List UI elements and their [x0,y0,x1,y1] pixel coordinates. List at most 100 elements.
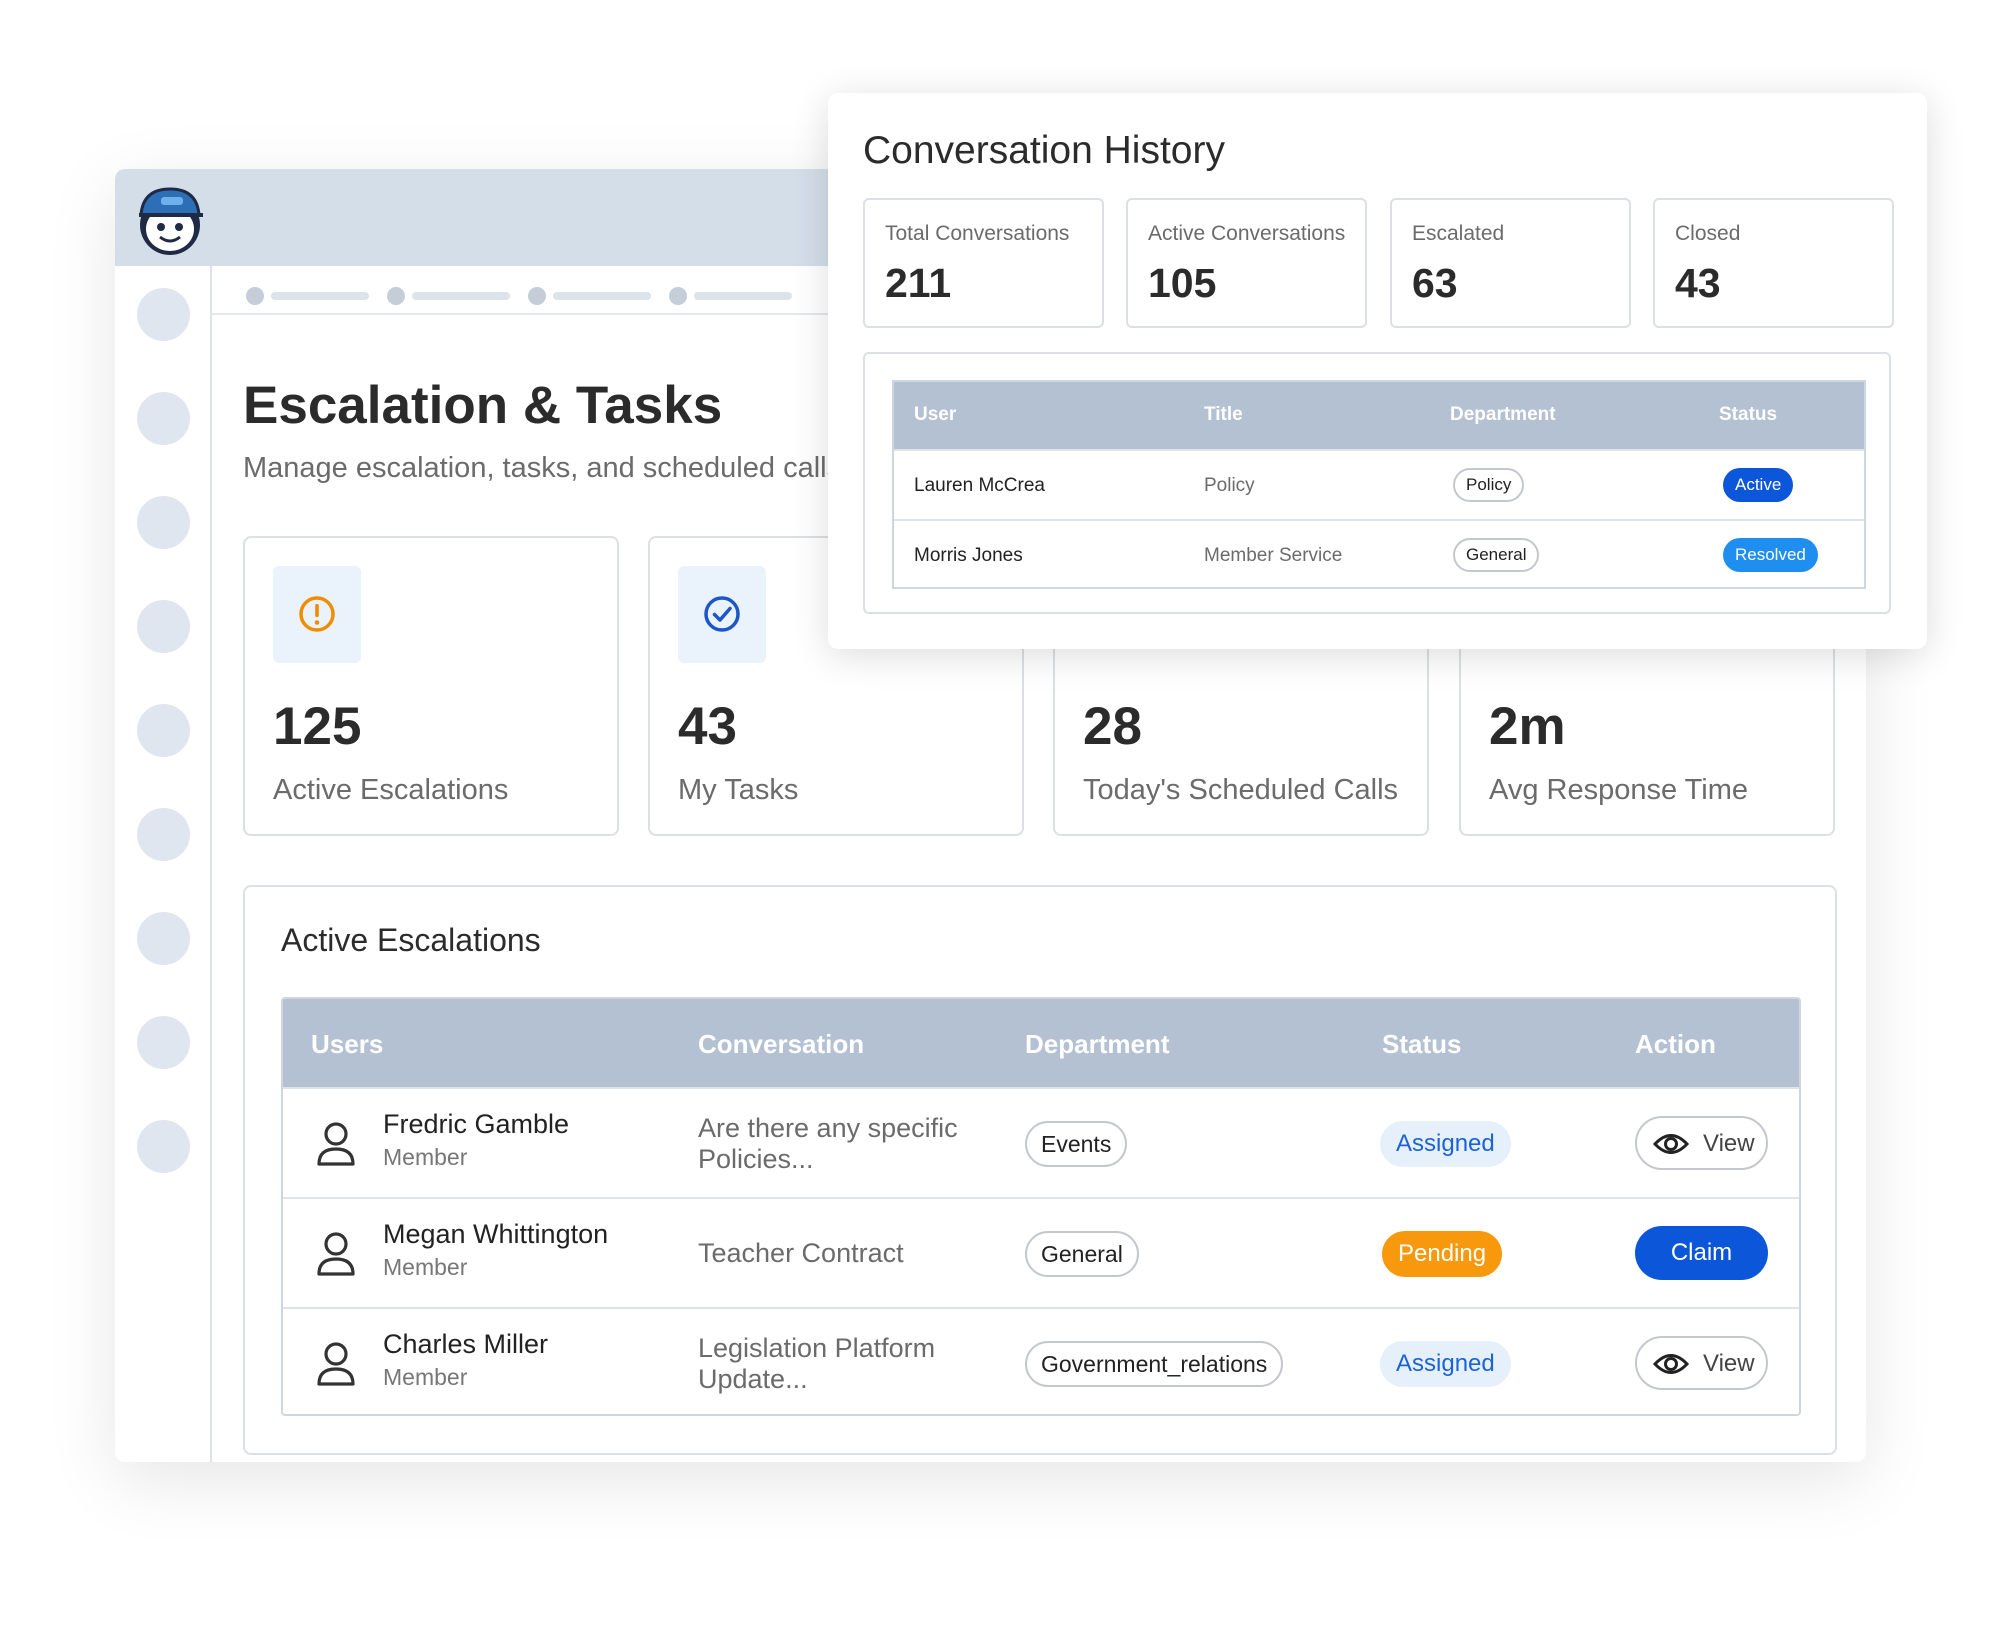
user-role: Member [383,1254,468,1280]
department-tag: General [1025,1231,1139,1277]
user-role: Member [383,1364,468,1390]
column-header-status[interactable]: Status [1719,404,1777,426]
mascot-logo-icon[interactable] [131,181,209,259]
sidebar-item[interactable] [137,288,190,341]
column-header-action[interactable]: Action [1635,1029,1716,1060]
sidebar-item[interactable] [137,496,190,549]
page-title: Escalation & Tasks [243,376,723,435]
conversation-text: Teacher Contract [698,1238,904,1268]
step-dot [387,287,405,305]
table-row: Fredric Gamble Member Are there any spec… [283,1087,1799,1197]
status-badge: Assigned [1380,1341,1511,1387]
user-role: Member [383,1144,468,1170]
conversation-text: Are there any specific Policies... [698,1113,958,1174]
stat-icon-box [678,566,766,663]
history-card-active: Active Conversations 105 [1126,198,1367,328]
history-card-closed: Closed 43 [1653,198,1894,328]
view-button[interactable]: View [1635,1336,1768,1390]
card-value: 105 [1148,260,1217,306]
escalations-table: Users Conversation Department Status Act… [281,997,1801,1416]
step-line [271,292,369,300]
department-tag: Government_relations [1025,1341,1284,1387]
user-name: Morris Jones [914,545,1023,566]
department-tag: General [1453,538,1540,572]
step-line [412,292,510,300]
card-label: Total Conversations [885,222,1070,245]
table-header: Users Conversation Department Status Act… [283,999,1799,1087]
sidebar-item[interactable] [137,912,190,965]
column-header-conversation[interactable]: Conversation [698,1029,864,1060]
column-header-users[interactable]: Users [311,1029,383,1060]
step-dot [528,287,546,305]
card-label: Active Conversations [1148,222,1346,245]
history-card-total: Total Conversations 211 [863,198,1104,328]
step-progress [246,281,806,307]
user-name: Megan Whittington [383,1219,609,1249]
department-tag: Events [1025,1121,1128,1167]
sidebar-item[interactable] [137,600,190,653]
divider [212,313,832,315]
stat-value: 125 [273,697,362,756]
card-label: Closed [1675,222,1741,245]
history-table: User Title Department Status Lauren McCr… [892,380,1866,589]
status-badge: Pending [1382,1231,1503,1277]
sidebar-item[interactable] [137,704,190,757]
column-header-status[interactable]: Status [1382,1029,1461,1060]
history-card-escalated: Escalated 63 [1390,198,1631,328]
sidebar-item[interactable] [137,1016,190,1069]
column-header-user[interactable]: User [914,404,956,426]
eye-icon [1653,1134,1689,1154]
stat-value: 2m [1489,697,1566,756]
view-button-label: View [1703,1130,1755,1157]
panel-title: Active Escalations [281,922,541,958]
status-badge: Resolved [1723,538,1818,572]
user-icon [317,1122,355,1166]
step-line [553,292,651,300]
stat-label: Today's Scheduled Calls [1083,774,1399,806]
view-button-label: View [1703,1350,1755,1377]
table-row: Charles Miller Member Legislation Platfo… [283,1307,1799,1414]
sidebar-item[interactable] [137,808,190,861]
table-row[interactable]: Morris Jones Member Service General Reso… [894,519,1864,587]
stat-label: My Tasks [678,774,799,806]
view-button[interactable]: View [1635,1116,1768,1170]
user-name: Charles Miller [383,1329,549,1359]
eye-icon [1653,1354,1689,1374]
conversation-title: Member Service [1204,545,1343,566]
user-name: Lauren McCrea [914,475,1045,496]
table-row[interactable]: Lauren McCrea Policy Policy Active [894,449,1864,519]
claim-button[interactable]: Claim [1635,1226,1768,1280]
status-badge: Assigned [1380,1121,1511,1167]
user-icon [317,1232,355,1276]
step-dot [246,287,264,305]
table-row: Megan Whittington Member Teacher Contrac… [283,1197,1799,1307]
sidebar-item[interactable] [137,1120,190,1173]
card-value: 63 [1412,260,1458,306]
alert-circle-icon [299,596,335,632]
card-label: Escalated [1412,222,1505,245]
check-circle-icon [704,596,740,632]
page-subtitle: Manage escalation, tasks, and scheduled … [243,452,842,484]
stat-label: Avg Response Time [1489,774,1748,806]
sidebar-item[interactable] [137,392,190,445]
table-header: User Title Department Status [894,382,1864,449]
stat-icon-box [273,566,361,663]
column-header-title[interactable]: Title [1204,404,1243,426]
step-line [694,292,792,300]
history-table-container: User Title Department Status Lauren McCr… [863,352,1891,614]
panel-title: Conversation History [863,129,1225,172]
card-value: 211 [885,260,952,306]
conversation-text: Legislation Platform Update... [698,1333,936,1394]
stat-label: Active Escalations [273,774,509,806]
active-escalations-panel: Active Escalations Users Conversation De… [243,885,1837,1455]
user-icon [317,1342,355,1386]
column-header-department[interactable]: Department [1450,404,1556,426]
status-badge: Active [1723,468,1794,502]
step-dot [669,287,687,305]
card-value: 43 [1675,260,1721,306]
stat-value: 28 [1083,697,1142,756]
conversation-history-panel: Conversation History Total Conversations… [828,93,1927,649]
column-header-department[interactable]: Department [1025,1029,1169,1060]
conversation-title: Policy [1204,475,1255,496]
stat-value: 43 [678,697,737,756]
